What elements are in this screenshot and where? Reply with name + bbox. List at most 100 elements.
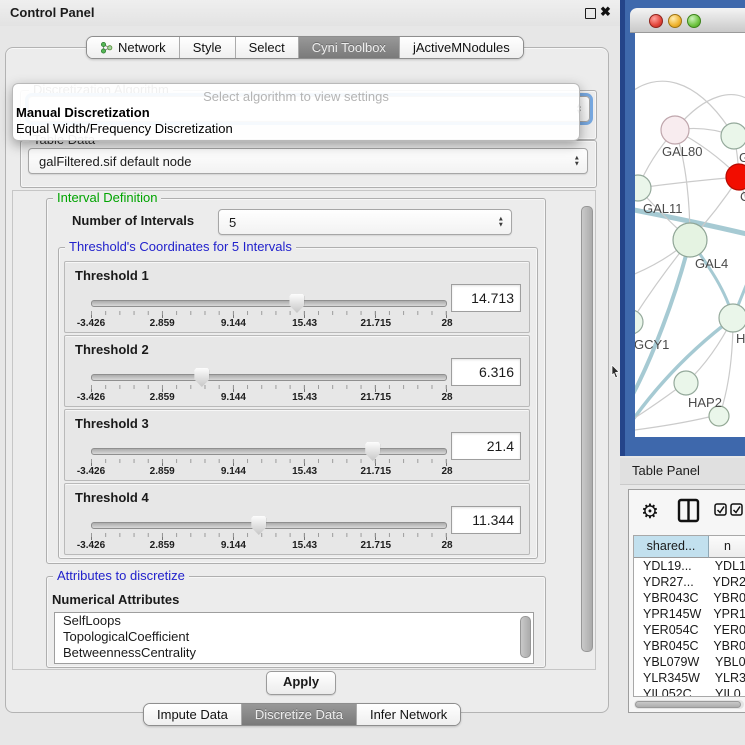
network-view-window: GAL80 GA C GAL11 GAL4 GCY1 H HAP2 <box>620 0 745 456</box>
node-label: GA <box>739 150 745 165</box>
horizontal-scrollbar[interactable] <box>634 700 744 709</box>
table-row[interactable]: YER054CYER0 <box>634 622 745 638</box>
combo-arrow-down-icon: ▼ <box>498 223 504 228</box>
tab-label: Style <box>193 40 222 55</box>
slider-track[interactable] <box>91 300 447 307</box>
algorithm-dropdown-popup: Select algorithm to view settings Manual… <box>12 83 580 141</box>
split-columns-icon[interactable] <box>677 498 701 524</box>
tab-select[interactable]: Select <box>235 37 298 58</box>
tab-network[interactable]: Network <box>87 37 179 58</box>
list-item[interactable]: BetweennessCentrality <box>55 645 533 661</box>
node-h[interactable] <box>719 304 745 332</box>
control-panel-title: Control Panel <box>10 5 95 20</box>
checkbox-icon[interactable] <box>714 503 728 517</box>
threshold-3-slider[interactable]: -3.4262.8599.14415.4321.71528 <box>91 442 447 478</box>
threshold-1-slider[interactable]: -3.4262.8599.14415.4321.71528 <box>91 294 447 330</box>
node-label: GCY1 <box>635 337 669 352</box>
table-row[interactable]: YBR043CYBR0 <box>634 590 745 606</box>
slider-scale: -3.4262.8599.14415.4321.71528 <box>91 540 447 552</box>
gear-icon[interactable]: ⚙ <box>641 499 659 524</box>
group-title: Threshold's Coordinates for 5 Intervals <box>65 240 296 254</box>
checkbox-icon[interactable] <box>730 503 744 517</box>
threshold-4-value[interactable]: 11.344 <box>451 506 521 534</box>
list-scrollbar[interactable] <box>520 616 531 658</box>
table-row[interactable]: YLR345WYLR3 <box>634 670 745 686</box>
table-row[interactable]: YDR27...YDR2 <box>634 574 745 590</box>
slider-track[interactable] <box>91 374 447 381</box>
tab-cyni-toolbox[interactable]: Cyni Toolbox <box>298 37 399 58</box>
popup-item-manual-discretization[interactable]: Manual Discretization <box>16 105 150 120</box>
tab-label: Discretize Data <box>255 707 343 722</box>
node-gal4[interactable] <box>673 223 707 257</box>
float-window-icon[interactable] <box>585 8 596 19</box>
threshold-2-value[interactable]: 6.316 <box>451 358 521 386</box>
threshold-3-panel: Threshold 3 -3.4262.8599.14415.4321.7152… <box>64 409 530 481</box>
zoom-traffic-light[interactable] <box>687 14 701 28</box>
network-graph: GAL80 GA C GAL11 GAL4 GCY1 H HAP2 <box>635 33 745 437</box>
table-row[interactable]: YBR045CYBR0 <box>634 638 745 654</box>
table-rows: YDL19...YDL1 YDR27...YDR2 YBR043CYBR0 YP… <box>634 558 745 696</box>
tab-infer-network[interactable]: Infer Network <box>356 704 460 725</box>
num-intervals-combobox[interactable]: 5 ▲ ▼ <box>218 209 512 235</box>
close-icon[interactable]: ✖ <box>600 4 611 20</box>
node-gal7[interactable] <box>721 123 745 149</box>
table-row[interactable]: YDL19...YDL1 <box>634 558 745 574</box>
table-data-value: galFiltered.sif default node <box>39 154 191 169</box>
network-window-titlebar[interactable] <box>630 8 745 33</box>
popup-placeholder: Select algorithm to view settings <box>13 89 579 104</box>
threshold-label: Threshold 1 <box>75 268 149 283</box>
threshold-3-value[interactable]: 21.4 <box>451 432 521 460</box>
numerical-attributes-list[interactable]: SelfLoops TopologicalCoefficient Between… <box>54 612 534 664</box>
list-item[interactable]: SelfLoops <box>55 613 533 629</box>
threshold-2-slider[interactable]: -3.4262.8599.14415.4321.71528 <box>91 368 447 404</box>
slider-scale: -3.4262.8599.14415.4321.71528 <box>91 392 447 404</box>
threshold-4-slider[interactable]: -3.4262.8599.14415.4321.71528 <box>91 516 447 552</box>
network-canvas[interactable]: GAL80 GA C GAL11 GAL4 GCY1 H HAP2 <box>635 33 745 437</box>
node-gcy1[interactable] <box>635 310 643 334</box>
tab-discretize-data[interactable]: Discretize Data <box>241 704 356 725</box>
list-item[interactable]: TopologicalCoefficient <box>55 629 533 645</box>
tab-style[interactable]: Style <box>179 37 235 58</box>
table-row[interactable]: YIL052CYIL0 <box>634 686 745 696</box>
threshold-label: Threshold 4 <box>75 490 149 505</box>
numerical-attributes-label: Numerical Attributes <box>52 592 179 607</box>
node-gal11[interactable] <box>635 175 651 201</box>
tab-label: Network <box>118 40 166 55</box>
tab-jactivemnodules[interactable]: jActiveMNodules <box>399 37 523 58</box>
close-traffic-light[interactable] <box>649 14 663 28</box>
table-panel-title: Table Panel <box>632 463 700 478</box>
num-intervals-value: 5 <box>229 215 236 230</box>
table-panel-titlebar: Table Panel <box>620 458 745 485</box>
vertical-scrollbar[interactable] <box>581 206 593 652</box>
slider-scale: -3.4262.8599.14415.4321.71528 <box>91 318 447 330</box>
column-header-name[interactable]: n <box>709 536 745 558</box>
slider-track[interactable] <box>91 448 447 455</box>
combo-arrow-down-icon: ▼ <box>574 162 580 167</box>
node-label: HAP2 <box>688 395 722 410</box>
column-header-shared-name[interactable]: shared... <box>634 536 709 558</box>
tab-label: jActiveMNodules <box>413 40 510 55</box>
threshold-2-panel: Threshold 2 -3.4262.8599.14415.4321.7152… <box>64 335 530 407</box>
group-title: Attributes to discretize <box>53 569 189 583</box>
slider-track[interactable] <box>91 522 447 529</box>
table-row[interactable]: YPR145WYPR1 <box>634 606 745 622</box>
node-label: GAL4 <box>695 256 728 271</box>
table-data-combobox[interactable]: galFiltered.sif default node ▲ ▼ <box>28 148 588 174</box>
popup-item-equal-width[interactable]: Equal Width/Frequency Discretization <box>16 121 233 136</box>
table-row[interactable]: YBL079WYBL0 <box>634 654 745 670</box>
node-hap2[interactable] <box>674 371 698 395</box>
node-gal80[interactable] <box>661 116 689 144</box>
network-icon <box>100 41 113 54</box>
group-title: Interval Definition <box>53 191 161 205</box>
tab-label: Cyni Toolbox <box>312 40 386 55</box>
threshold-label: Threshold 2 <box>75 342 149 357</box>
minimize-traffic-light[interactable] <box>668 14 682 28</box>
cyni-bottom-tabbar: Impute Data Discretize Data Infer Networ… <box>143 703 461 726</box>
horizontal-scrollbar-thumb[interactable] <box>635 701 741 708</box>
num-intervals-label: Number of Intervals <box>72 213 194 228</box>
tab-label: Select <box>249 40 285 55</box>
control-panel-titlebar: Control Panel ✖ <box>0 0 620 26</box>
tab-impute-data[interactable]: Impute Data <box>144 704 241 725</box>
threshold-1-value[interactable]: 14.713 <box>451 284 521 312</box>
apply-button[interactable]: Apply <box>266 671 336 695</box>
